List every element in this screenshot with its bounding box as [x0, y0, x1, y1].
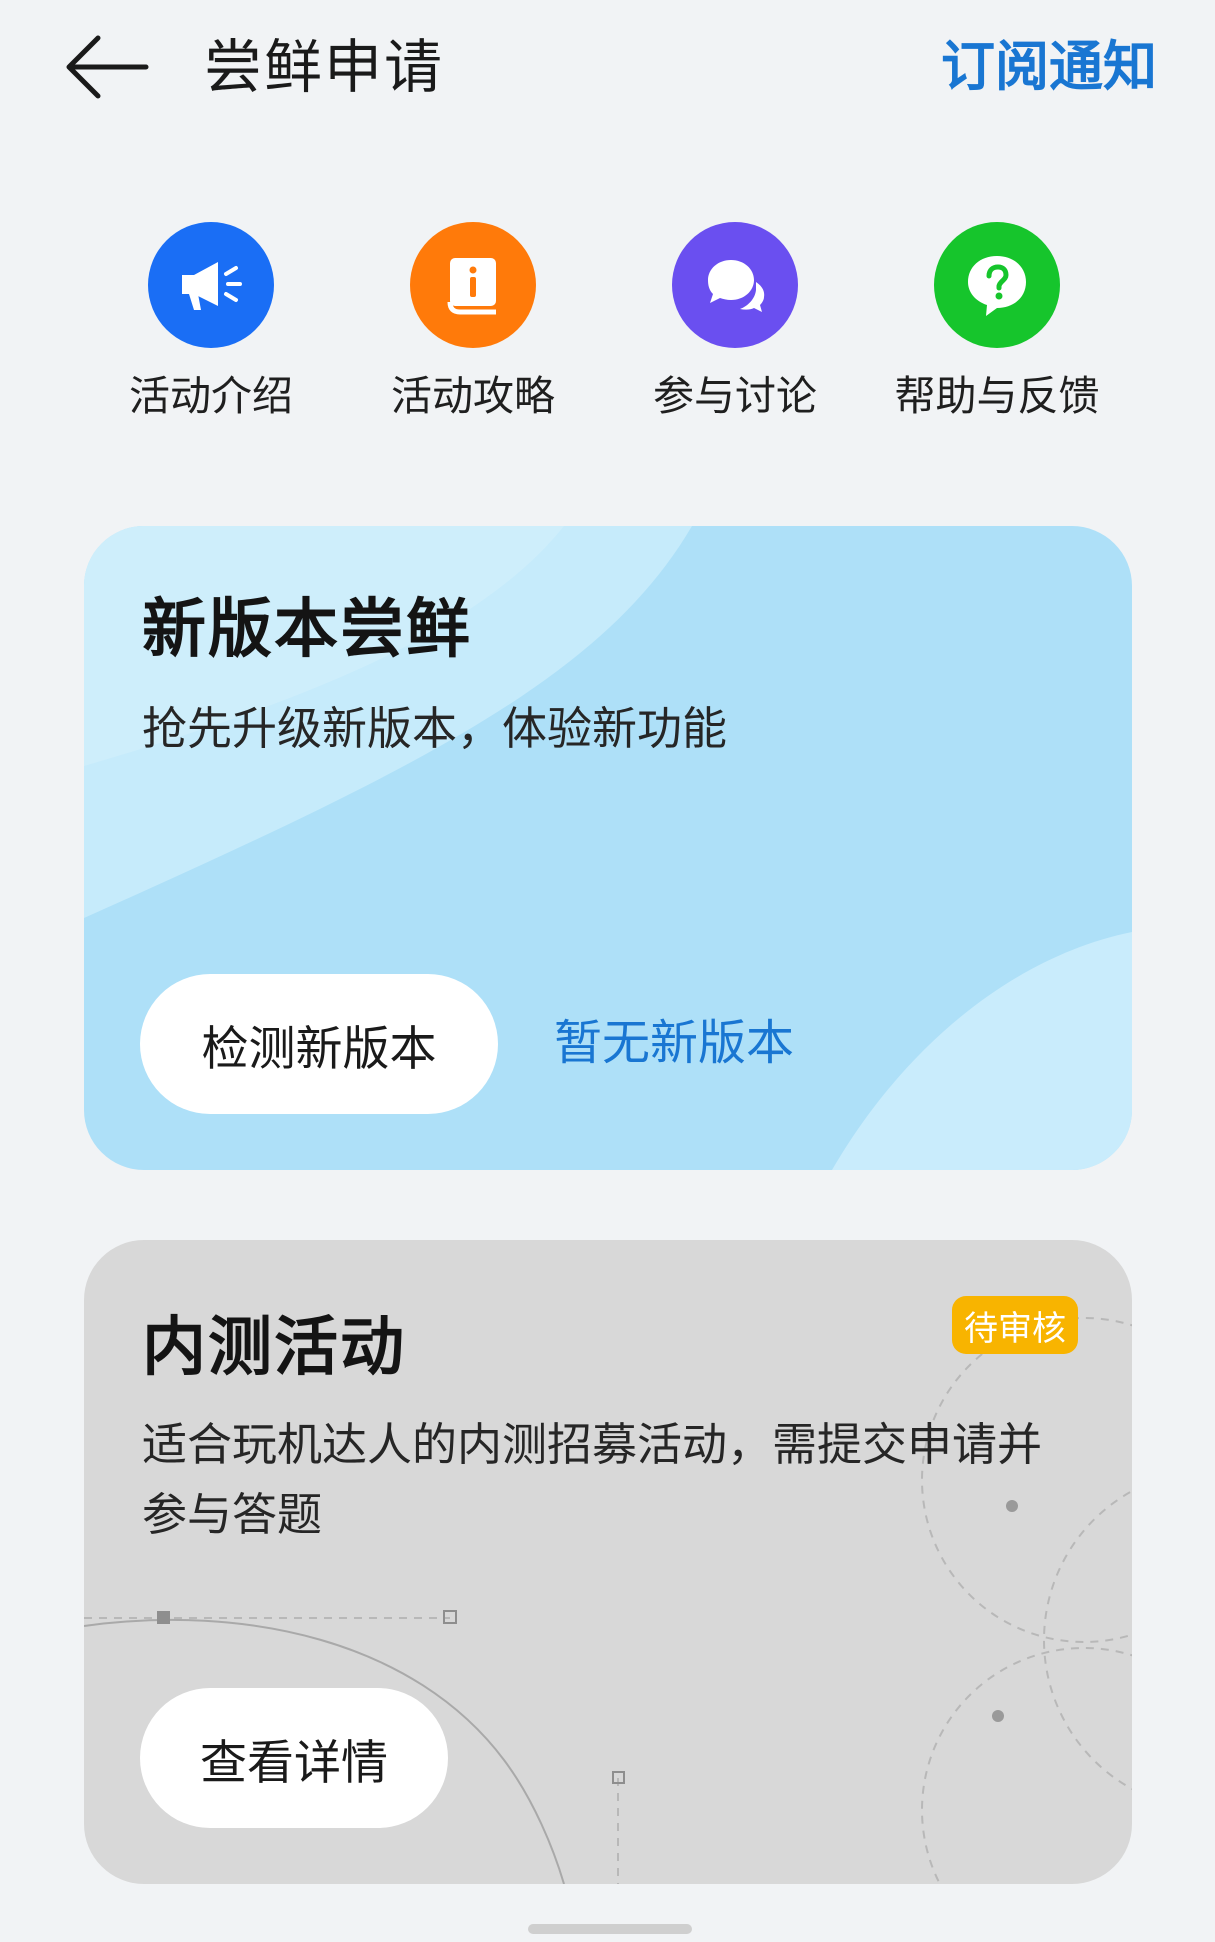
version-status-text: 暂无新版本	[554, 1015, 795, 1071]
arrow-left-icon	[66, 35, 149, 99]
card-title: 内测活动	[142, 1311, 406, 1385]
status-badge: 待审核	[952, 1296, 1078, 1354]
nav-item-activity-guide[interactable]: 活动攻略	[342, 222, 604, 432]
page: 尝鲜申请 订阅通知 活动介绍 活动攻略 参与讨论 帮助与反馈 新版本尝鲜 抢先升…	[0, 0, 1215, 1942]
check-new-version-button[interactable]: 检测新版本	[140, 974, 498, 1114]
chat-bubbles-icon	[672, 222, 798, 348]
guide-book-icon	[410, 222, 536, 348]
question-bubble-icon	[934, 222, 1060, 348]
nav-item-join-discussion[interactable]: 参与讨论	[604, 222, 866, 432]
card-description: 适合玩机达人的内测招募活动，需提交申请并参与答题	[142, 1418, 1043, 1541]
new-version-card: 新版本尝鲜 抢先升级新版本，体验新功能 检测新版本 暂无新版本	[84, 526, 1132, 1170]
nav-label: 活动介绍	[129, 372, 293, 420]
back-button[interactable]	[62, 30, 152, 104]
nav-item-activity-intro[interactable]: 活动介绍	[80, 222, 342, 432]
subscribe-notification-link[interactable]: 订阅通知	[941, 30, 1157, 104]
nav-item-help-feedback[interactable]: 帮助与反馈	[866, 222, 1128, 432]
home-indicator[interactable]	[528, 1924, 692, 1934]
page-title: 尝鲜申请	[204, 33, 445, 101]
card-title: 新版本尝鲜	[142, 593, 472, 667]
megaphone-icon	[148, 222, 274, 348]
card-description: 抢先升级新版本，体验新功能	[142, 702, 728, 755]
quick-nav: 活动介绍 活动攻略 参与讨论 帮助与反馈	[80, 222, 1135, 432]
header: 尝鲜申请 订阅通知	[0, 0, 1215, 140]
beta-activity-card: 内测活动 待审核 适合玩机达人的内测招募活动，需提交申请并参与答题 查看详情	[84, 1240, 1132, 1884]
nav-label: 帮助与反馈	[894, 372, 1100, 420]
nav-label: 活动攻略	[391, 372, 555, 420]
nav-label: 参与讨论	[653, 372, 817, 420]
view-details-button[interactable]: 查看详情	[140, 1688, 448, 1828]
